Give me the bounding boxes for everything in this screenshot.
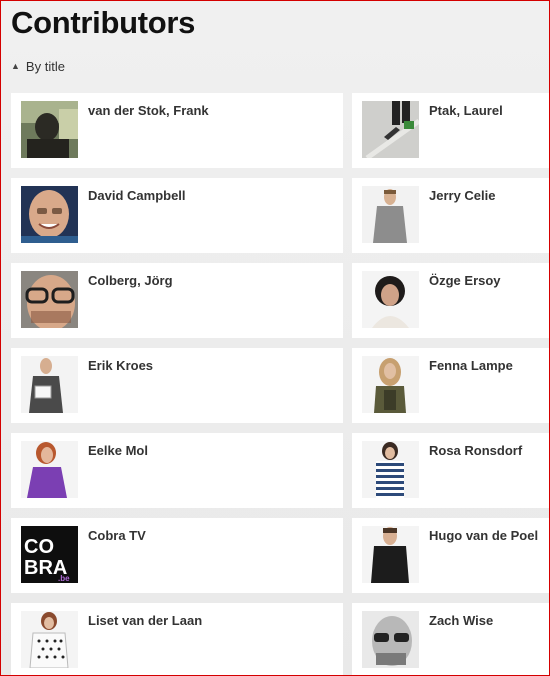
sort-by-title-toggle[interactable]: ▲ By title <box>11 59 65 74</box>
contributor-photo: CO BRA .be <box>21 526 78 583</box>
contributor-photo <box>362 356 419 413</box>
contributor-card[interactable]: Liset van der Laan <box>11 603 343 675</box>
contributor-name: Özge Ersoy <box>429 273 501 288</box>
sort-label: By title <box>25 59 65 74</box>
contributor-card[interactable]: Rosa Ronsdorf <box>352 433 549 508</box>
sort-ascending-icon: ▲ <box>11 61 20 71</box>
contributor-grid: van der Stok, Frank Ptak, Laurel David C… <box>11 93 549 675</box>
svg-text:CO: CO <box>24 536 54 558</box>
contributor-card[interactable]: Eelke Mol <box>11 433 343 508</box>
contributor-card[interactable]: Jerry Celie <box>352 178 549 253</box>
contributor-name: Rosa Ronsdorf <box>429 443 523 458</box>
contributor-card[interactable]: David Campbell <box>11 178 343 253</box>
contributor-name: Ptak, Laurel <box>429 103 503 118</box>
contributor-name: Cobra TV <box>88 528 146 543</box>
contributor-name: Jerry Celie <box>429 188 496 203</box>
contributor-name: Erik Kroes <box>88 358 154 373</box>
contributor-name: Fenna Lampe <box>429 358 513 373</box>
contributor-card[interactable]: Colberg, Jörg <box>11 263 343 338</box>
contributor-card[interactable]: Ptak, Laurel <box>352 93 549 168</box>
contributors-page: Contributors ▲ By title van der Stok, Fra… <box>0 0 550 676</box>
contributor-card[interactable]: Fenna Lampe <box>352 348 549 423</box>
contributor-name: Eelke Mol <box>88 443 148 458</box>
contributor-card[interactable]: Erik Kroes <box>11 348 343 423</box>
contributor-card[interactable]: Hugo van de Poel <box>352 518 549 593</box>
contributor-card[interactable]: CO BRA .be Cobra TV <box>11 518 343 593</box>
contributor-photo <box>362 101 419 158</box>
page-title: Contributors <box>11 5 196 40</box>
contributor-name: Hugo van de Poel <box>429 528 539 543</box>
contributor-photo <box>362 186 419 243</box>
contributor-name: David Campbell <box>88 188 186 203</box>
contributor-card[interactable]: Zach Wise <box>352 603 549 675</box>
contributor-photo <box>21 186 78 243</box>
contributor-photo <box>362 441 419 498</box>
contributor-card[interactable]: van der Stok, Frank <box>11 93 343 168</box>
contributor-photo <box>21 356 78 413</box>
contributor-photo <box>362 526 419 583</box>
contributor-photo <box>21 441 78 498</box>
contributor-photo <box>362 271 419 328</box>
contributor-name: Colberg, Jörg <box>88 273 173 288</box>
cobra-logo: COBRA.be <box>21 526 78 583</box>
contributor-photo <box>21 271 78 328</box>
contributor-name: van der Stok, Frank <box>88 103 209 118</box>
contributor-photo <box>21 101 78 158</box>
svg-text:.be: .be <box>58 574 70 583</box>
contributor-photo <box>21 611 78 668</box>
contributor-card[interactable]: Özge Ersoy <box>352 263 549 338</box>
contributor-name: Liset van der Laan <box>88 613 203 628</box>
contributor-photo <box>362 611 419 668</box>
contributor-name: Zach Wise <box>429 613 494 628</box>
